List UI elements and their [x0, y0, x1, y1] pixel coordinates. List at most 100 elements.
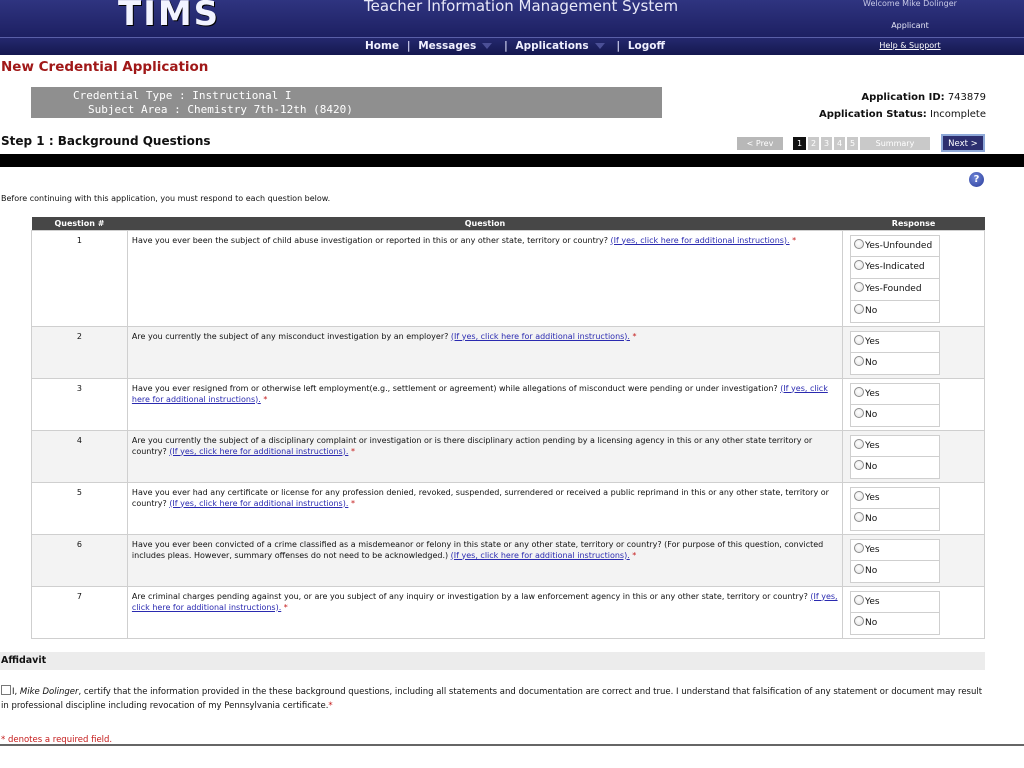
intro-text: Before continuing with this application,…: [1, 194, 331, 203]
radio-icon[interactable]: [854, 438, 865, 449]
affidavit-prefix: I,: [12, 687, 20, 697]
question-text: Are criminal charges pending against you…: [126, 585, 844, 639]
instructions-link[interactable]: (If yes, click here for additional instr…: [169, 499, 348, 508]
radio-icon[interactable]: [854, 386, 865, 397]
nav-separator: |: [616, 40, 621, 52]
footer-divider: [0, 744, 1024, 746]
question-number: 4: [31, 429, 128, 483]
radio-icon[interactable]: [854, 459, 865, 470]
option-no[interactable]: No: [850, 300, 941, 323]
app-status-label: Application Status:: [818, 109, 927, 120]
radio-icon[interactable]: [854, 542, 865, 553]
required-mark: *: [350, 446, 355, 456]
nav-logoff[interactable]: Logoff: [628, 40, 665, 52]
system-title: Teacher Information Management System: [364, 0, 679, 15]
instructions-link[interactable]: (If yes, click here for additional instr…: [169, 447, 348, 456]
question-text: Have you ever been convicted of a crime …: [126, 533, 844, 587]
credential-type: Credential Type : Instructional I: [73, 89, 292, 102]
option-label: No: [865, 461, 878, 472]
nav-separator: |: [406, 40, 411, 52]
option-yes[interactable]: Yes: [850, 330, 941, 353]
option-yes-founded[interactable]: Yes-Founded: [850, 278, 941, 301]
option-no[interactable]: No: [850, 508, 941, 531]
step-3-pill[interactable]: 3: [821, 137, 832, 150]
prev-button[interactable]: < Prev: [737, 137, 783, 150]
question-number: 6: [31, 533, 128, 587]
radio-icon[interactable]: [854, 511, 865, 522]
option-yes[interactable]: Yes: [850, 382, 941, 405]
radio-icon[interactable]: [854, 281, 865, 292]
radio-icon[interactable]: [854, 303, 865, 314]
nav-home[interactable]: Home: [365, 40, 399, 52]
instructions-link[interactable]: (If yes, click here for additional instr…: [451, 332, 630, 341]
nav-applications[interactable]: Applications: [515, 40, 588, 52]
radio-icon[interactable]: [854, 259, 865, 270]
tims-logo: TIMS: [118, 0, 221, 34]
option-yes[interactable]: Yes: [850, 486, 941, 509]
application-info: Application ID: 743879 Application Statu…: [819, 89, 986, 123]
next-button[interactable]: Next >: [941, 134, 985, 152]
messages-dropdown-icon[interactable]: [482, 43, 493, 49]
response-cell: Yes-Unfounded Yes-Indicated Yes-Founded …: [842, 229, 985, 327]
instructions-link[interactable]: (If yes, click here for additional instr…: [611, 236, 790, 245]
response-cell: Yes No: [842, 585, 985, 639]
table-row: 3 Have you ever resigned from or otherwi…: [31, 377, 985, 431]
nav-messages[interactable]: Messages: [418, 40, 476, 52]
table-row: 7 Are criminal charges pending against y…: [31, 585, 985, 639]
question-text: Have you ever resigned from or otherwise…: [126, 377, 844, 431]
applications-dropdown-icon[interactable]: [594, 43, 605, 49]
step-4-pill[interactable]: 4: [834, 137, 845, 150]
option-no[interactable]: No: [850, 352, 941, 375]
question-body: Are criminal charges pending against you…: [131, 591, 808, 601]
radio-icon[interactable]: [854, 594, 865, 605]
option-yes[interactable]: Yes: [850, 590, 941, 613]
step-title: Step 1 : Background Questions: [1, 134, 211, 148]
radio-icon[interactable]: [854, 407, 865, 418]
option-no[interactable]: No: [850, 404, 941, 427]
option-label: No: [865, 305, 878, 316]
question-text: Are you currently the subject of a disci…: [126, 429, 844, 483]
option-no[interactable]: No: [850, 456, 941, 479]
option-yes-indicated[interactable]: Yes-Indicated: [850, 256, 941, 279]
instructions-link[interactable]: (If yes, click here for additional instr…: [451, 551, 630, 560]
required-mark: *: [328, 701, 333, 711]
question-text: Are you currently the subject of any mis…: [126, 325, 844, 379]
option-label: No: [865, 565, 878, 576]
radio-icon[interactable]: [854, 615, 865, 626]
table-row: 5 Have you ever had any certificate or l…: [31, 481, 985, 535]
radio-icon[interactable]: [854, 355, 865, 366]
affidavit-heading: Affidavit: [0, 652, 985, 670]
step-2-pill[interactable]: 2: [808, 137, 819, 150]
question-text: Have you ever had any certificate or lic…: [126, 481, 844, 535]
response-cell: Yes No: [842, 533, 985, 587]
step-1-pill[interactable]: 1: [793, 137, 806, 150]
option-label: Yes: [865, 440, 880, 451]
radio-icon[interactable]: [854, 490, 865, 501]
help-support-link[interactable]: Help & Support: [820, 41, 1000, 50]
help-icon[interactable]: ?: [969, 172, 984, 187]
table-row: 1 Have you ever been the subject of chil…: [31, 229, 985, 327]
option-label: Yes: [865, 492, 880, 503]
radio-icon[interactable]: [854, 563, 865, 574]
radio-icon[interactable]: [854, 238, 865, 249]
subject-area: Subject Area : Chemistry 7th-12th (8420): [88, 103, 353, 116]
affidavit-checkbox[interactable]: [1, 685, 11, 695]
option-yes[interactable]: Yes: [850, 434, 941, 457]
nav-separator: |: [503, 40, 508, 52]
option-label: No: [865, 617, 878, 628]
question-number: 1: [31, 229, 128, 327]
step-divider-bar: [0, 154, 1024, 167]
col-question: Question: [127, 217, 843, 230]
question-number: 2: [31, 325, 128, 379]
option-no[interactable]: No: [850, 612, 941, 635]
option-label: No: [865, 357, 878, 368]
option-yes-unfounded[interactable]: Yes-Unfounded: [850, 234, 941, 257]
option-yes[interactable]: Yes: [850, 538, 941, 561]
radio-icon[interactable]: [854, 334, 865, 345]
app-id-value: 743879: [947, 92, 986, 103]
option-no[interactable]: No: [850, 560, 941, 583]
step-summary-pill[interactable]: Summary: [860, 137, 930, 150]
step-5-pill[interactable]: 5: [847, 137, 858, 150]
required-mark: *: [283, 602, 288, 612]
welcome-message: Welcome Mike Dolinger: [863, 0, 957, 8]
